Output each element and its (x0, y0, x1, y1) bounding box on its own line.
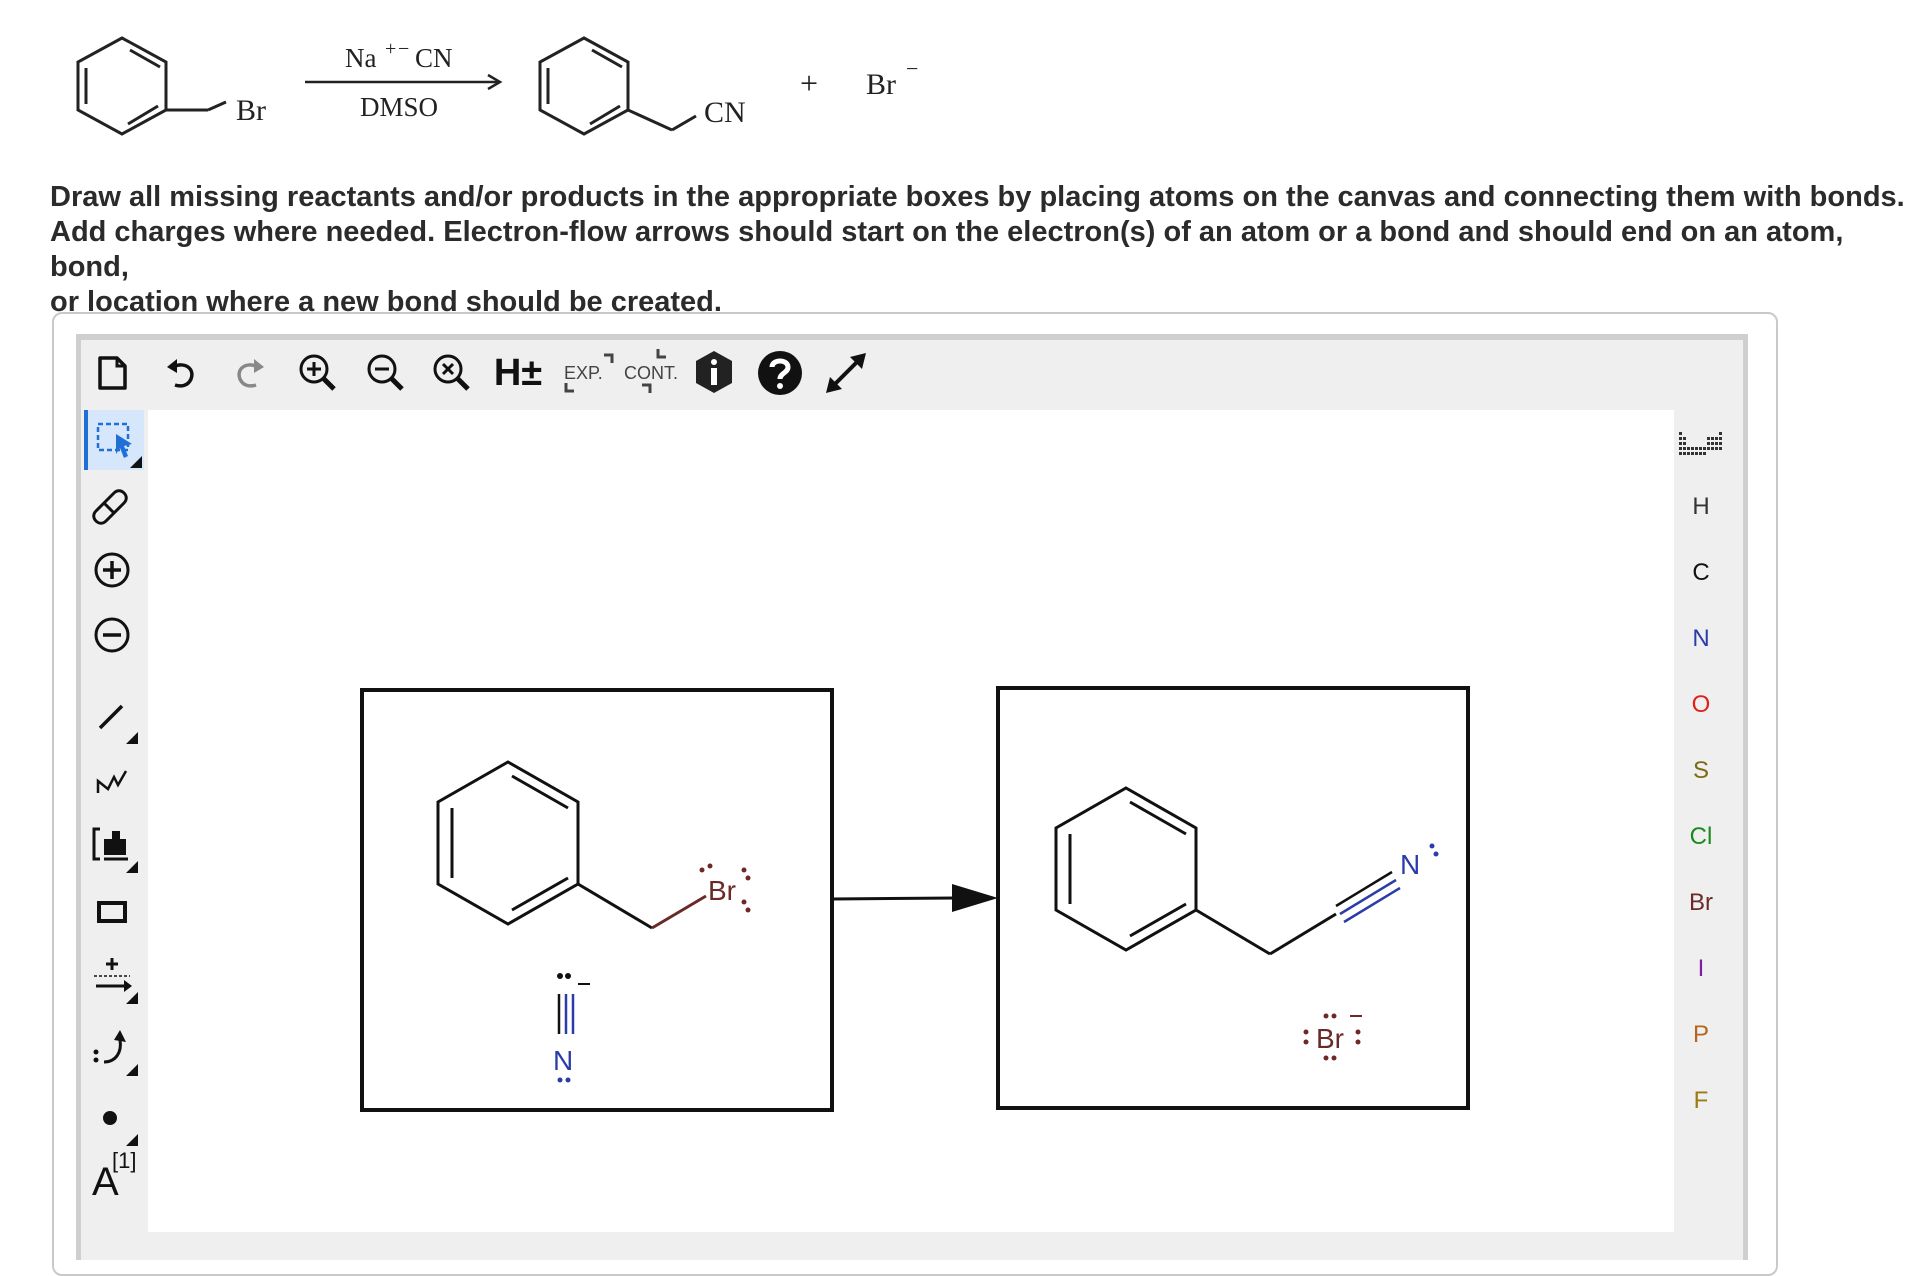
instructions-line-2: Add charges where needed. Electron-flow … (50, 216, 1844, 283)
atom-button-cl[interactable]: Cl (1676, 812, 1726, 862)
help-icon (758, 351, 802, 395)
contract-label: CONT. (624, 363, 678, 383)
fullscreen-icon (826, 353, 866, 393)
atom-button-f[interactable]: F (1676, 1076, 1726, 1126)
plus-sign: + (800, 65, 818, 101)
atom-map-tool-button[interactable]: A [1] (84, 1148, 140, 1210)
electron-flow-corner (126, 1064, 138, 1076)
new-document-button[interactable] (84, 345, 140, 401)
select-tool-corner (130, 456, 142, 468)
byproduct-charge: − (906, 56, 918, 81)
info-button[interactable] (686, 345, 742, 401)
byproduct-br: Br (866, 68, 896, 101)
chain-icon (96, 770, 128, 793)
template-tool-button[interactable] (84, 815, 140, 875)
reactant-br-label: Br (236, 94, 266, 127)
zoom-reset-icon (433, 354, 470, 391)
lone-pair-corner (126, 1134, 138, 1146)
instructions: Draw all missing reactants and/or produc… (50, 180, 1920, 320)
reagent-cn: CN (415, 43, 453, 73)
atom-symbol: O (1691, 691, 1711, 718)
atom-symbol: C (1692, 559, 1710, 586)
negative-charge-button[interactable] (84, 605, 140, 665)
atom-button-o[interactable]: O (1676, 680, 1726, 730)
zoom-reset-button[interactable] (424, 345, 480, 401)
single-bond-icon (98, 704, 124, 730)
atom-button-i[interactable]: I (1676, 944, 1726, 994)
box-icon (97, 901, 127, 923)
undo-button[interactable] (153, 345, 209, 401)
product-cn-label: CN (704, 96, 746, 129)
atom-symbol: P (1692, 1021, 1709, 1048)
periodic-table-button[interactable] (1676, 420, 1726, 470)
product-benzyl-nitrile (538, 36, 697, 136)
electron-dot-icon (103, 1111, 117, 1125)
instructions-line-1: Draw all missing reactants and/or produc… (50, 181, 1905, 213)
single-bond-corner (126, 732, 138, 744)
reagent-na: Na (345, 43, 376, 73)
info-hexagon-icon (696, 351, 732, 393)
eraser-icon (92, 489, 128, 525)
reaction-scheme: Br Na + − CN DMSO CN + Br − (76, 36, 918, 136)
atom-symbol: F (1693, 1087, 1709, 1114)
atom-map-index: [1] (112, 1148, 137, 1173)
reaction-arrow-corner (126, 992, 138, 1004)
atom-symbol: N (1692, 625, 1710, 652)
reagent-na-charge: + (385, 38, 396, 60)
hydrogens-toggle-button[interactable]: H± (488, 345, 548, 401)
eraser-tool-button[interactable] (84, 475, 140, 535)
atom-button-h[interactable]: H (1676, 482, 1726, 532)
zoom-in-icon (299, 354, 336, 391)
atom-button-c[interactable]: C (1676, 548, 1726, 598)
periodic-table-icon (1679, 432, 1722, 455)
undo-icon (167, 359, 194, 388)
single-bond-tool-button[interactable] (84, 686, 140, 746)
electron-flow-tool-button[interactable] (84, 1018, 140, 1078)
atom-button-s[interactable]: S (1676, 746, 1726, 796)
reactant-benzyl-bromide (76, 36, 227, 136)
positive-charge-icon (94, 552, 130, 588)
zoom-out-button[interactable] (358, 345, 414, 401)
select-tool-button[interactable] (84, 410, 144, 470)
redo-icon (237, 359, 264, 388)
redo-button[interactable] (222, 345, 278, 401)
zoom-in-button[interactable] (290, 345, 346, 401)
positive-charge-button[interactable] (84, 540, 140, 600)
hydrogens-toggle-label: H± (493, 351, 543, 394)
lone-pair-tool-button[interactable] (84, 1088, 140, 1148)
contract-button[interactable]: CONT. (616, 345, 690, 401)
expand-label: EXP. (564, 363, 603, 383)
atom-button-n[interactable]: N (1676, 614, 1726, 664)
new-document-icon (98, 356, 127, 390)
chain-tool-button[interactable] (84, 751, 140, 811)
reagent-solvent: DMSO (360, 92, 438, 122)
atom-button-br[interactable]: Br (1676, 878, 1726, 928)
atom-symbol: H (1692, 493, 1710, 520)
expand-button[interactable]: EXP. (556, 345, 622, 401)
drawing-canvas[interactable] (148, 410, 1674, 1232)
atom-symbol: S (1692, 757, 1709, 784)
zoom-out-icon (367, 354, 404, 391)
reagent-cn-charge: − (398, 38, 409, 60)
reaction-arrow-tool-button[interactable] (84, 946, 140, 1006)
box-tool-button[interactable] (84, 882, 140, 942)
fullscreen-button[interactable] (818, 345, 874, 401)
template-tool-corner (126, 861, 138, 873)
atom-symbol: I (1697, 955, 1705, 982)
atom-button-p[interactable]: P (1676, 1010, 1726, 1060)
atom-symbol: Cl (1689, 823, 1713, 850)
help-button[interactable] (752, 345, 808, 401)
atom-symbol: Br (1689, 889, 1713, 916)
negative-charge-icon (94, 617, 130, 653)
